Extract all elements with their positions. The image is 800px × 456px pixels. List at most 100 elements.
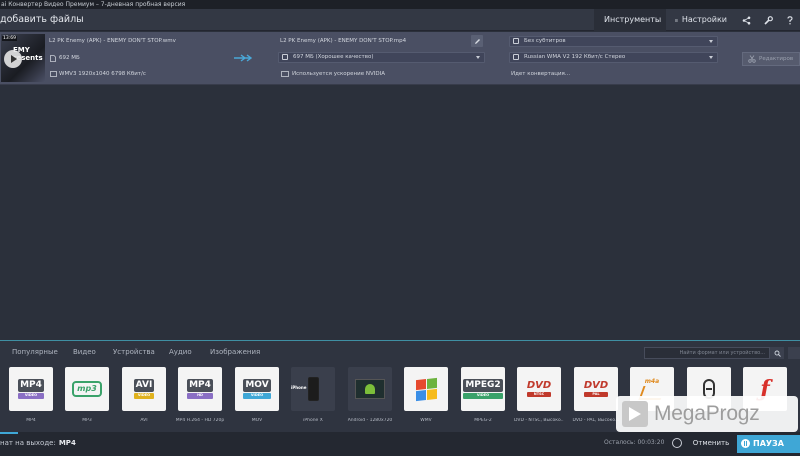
thumbnail-time: 13:69 — [2, 36, 17, 41]
format-category-tabs: Популярные Видео Устройства Аудио Изобра… — [0, 341, 800, 363]
output-format[interactable]: нат на выходе: MP4 — [0, 439, 76, 447]
rename-button[interactable] — [471, 35, 483, 47]
chevron-down-icon — [709, 40, 713, 43]
watermark: MegaProgz — [616, 396, 798, 432]
format-badge: DVD NTSC — [526, 379, 552, 398]
help-button[interactable] — [779, 9, 800, 31]
format-tile-label: DVD - PAL, Высоко... — [572, 418, 620, 423]
output-format-value: MP4 — [58, 439, 76, 447]
tools-button[interactable]: Инструменты — [594, 9, 666, 31]
format-tile[interactable]: MPEG2 VIDEO MPEG-2 — [458, 365, 508, 427]
subtitles-icon — [513, 38, 519, 44]
format-tile-label: MP3 — [82, 418, 92, 423]
tab-images[interactable]: Изображения — [210, 341, 260, 363]
format-tile-label: MP4 H.264 - HD 720p — [175, 418, 225, 423]
audio-track-select[interactable]: Russian WMA V2 192 Кбит/с Стерео — [509, 52, 718, 63]
bottom-bar: нат на выходе: MP4 Осталось: 00:03:20 Отм… — [0, 432, 800, 456]
format-tile[interactable]: iPhone iPhone X — [288, 365, 338, 427]
question-icon — [787, 15, 793, 24]
video-thumbnail[interactable]: 13:69 EMY resents — [1, 34, 45, 82]
format-tile-label: iPhone X — [303, 418, 323, 423]
share-icon — [742, 16, 750, 24]
format-tile-label: WMV — [420, 418, 432, 423]
format-tile-label: AVI — [140, 418, 148, 423]
format-tile[interactable]: AVI VIDEO AVI — [119, 365, 169, 427]
video-info-icon — [50, 71, 57, 77]
format-icon — [348, 367, 392, 411]
convert-arrow-icon — [234, 54, 252, 62]
subtitles-select[interactable]: Без субтитров — [509, 36, 718, 47]
chevron-down-icon — [709, 56, 713, 59]
format-icon — [404, 367, 448, 411]
format-icon: mp3 — [65, 367, 109, 411]
watermark-text: MegaProgz — [654, 402, 760, 425]
format-badge: DVD PAL — [583, 379, 609, 398]
file-list-area[interactable] — [0, 86, 800, 340]
format-tile[interactable]: MP4 VIDEO MP4 — [6, 365, 56, 427]
cancel-button[interactable]: Отменить — [688, 435, 734, 451]
format-badge: MP4 VIDEO — [18, 379, 44, 399]
format-search-button[interactable] — [770, 347, 784, 359]
format-badge: MP4 HD — [187, 379, 213, 399]
format-badge: MPEG2 VIDEO — [463, 379, 503, 399]
play-icon[interactable] — [4, 50, 22, 68]
pause-button[interactable]: ПАУЗА — [737, 435, 800, 453]
format-icon: MP4 HD — [178, 367, 222, 411]
speaker-icon — [513, 54, 519, 60]
chevron-down-icon — [476, 56, 480, 59]
source-file-name: L2 PK Enemy (APK) - ENEMY DON'T STOP.wmv — [49, 38, 176, 44]
format-tile-label: MOV — [251, 418, 263, 423]
tab-devices[interactable]: Устройства — [113, 341, 155, 363]
file-icon — [282, 54, 288, 60]
share-button[interactable] — [735, 9, 757, 31]
tab-audio[interactable]: Аудио — [169, 341, 192, 363]
window-title: ai Конвертер Видео Премиум – 7-дневная п… — [1, 1, 186, 8]
format-badge: AVI VIDEO — [133, 379, 155, 399]
tab-video[interactable]: Видео — [73, 341, 96, 363]
format-search-input[interactable]: Найти формат или устройство... — [644, 347, 770, 359]
format-tile[interactable]: MOV VIDEO MOV — [232, 365, 282, 427]
edit-button[interactable]: Редактиров — [742, 52, 800, 66]
format-tile[interactable]: Android - 1280x720 — [345, 365, 395, 427]
time-remaining: Осталось: 00:03:20 — [604, 439, 665, 446]
tools-label: Инструменты — [604, 15, 662, 24]
format-icon: MOV VIDEO — [235, 367, 279, 411]
format-tile[interactable]: MP4 HD MP4 H.264 - HD 720p — [175, 365, 225, 427]
format-badge-text: iPhone — [291, 385, 307, 390]
file-icon — [50, 55, 56, 62]
power-icon[interactable] — [672, 438, 682, 448]
tab-popular[interactable]: Популярные — [12, 341, 58, 363]
format-tile-label: MPEG-2 — [474, 418, 492, 423]
gpu-icon — [281, 71, 289, 77]
settings-button[interactable]: Настройки — [669, 9, 733, 31]
search-icon — [774, 350, 781, 357]
scissors-icon — [748, 55, 756, 63]
format-tile[interactable]: WMV — [401, 365, 451, 427]
format-badge — [415, 377, 437, 401]
add-files-button[interactable]: добавить файлы — [0, 9, 84, 31]
settings-label: Настройки — [681, 15, 727, 24]
app-window: ai Конвертер Видео Премиум – 7-дневная п… — [0, 0, 800, 456]
conversion-status: Идет конвертация... — [511, 71, 571, 77]
format-tile-label: Android - 1280x720 — [347, 418, 393, 423]
wrench-button[interactable] — [757, 9, 779, 31]
pencil-icon — [474, 38, 480, 44]
hardware-acceleration-status: Используется ускорение NVIDIA — [280, 71, 385, 77]
file-row[interactable]: 13:69 EMY resents L2 PK Enemy (APK) - EN… — [0, 32, 800, 85]
conversion-progress-bar — [0, 432, 18, 434]
panel-expand-button[interactable] — [788, 347, 800, 359]
format-badge — [355, 379, 385, 399]
pause-icon — [741, 439, 750, 448]
format-tile[interactable]: mp3 MP3 — [62, 365, 112, 427]
output-format-label: нат на выходе: — [0, 439, 56, 447]
format-tile[interactable]: DVD NTSC DVD - NTSC, Высоко... — [514, 365, 564, 427]
toolbar: добавить файлы Инструменты Настройки — [0, 9, 800, 31]
output-size-select[interactable]: 697 МБ (Хорошее качество) — [278, 52, 485, 63]
format-badge: mp3 — [72, 381, 102, 397]
format-icon: MP4 VIDEO — [9, 367, 53, 411]
title-bar: ai Конвертер Видео Премиум – 7-дневная п… — [0, 0, 800, 9]
source-file-size: 692 МБ — [49, 55, 80, 62]
format-tile-label: DVD - NTSC, Высоко... — [514, 418, 564, 423]
format-badge: MOV VIDEO — [243, 379, 271, 399]
format-tile[interactable]: DVD PAL DVD - PAL, Высоко... — [571, 365, 621, 427]
